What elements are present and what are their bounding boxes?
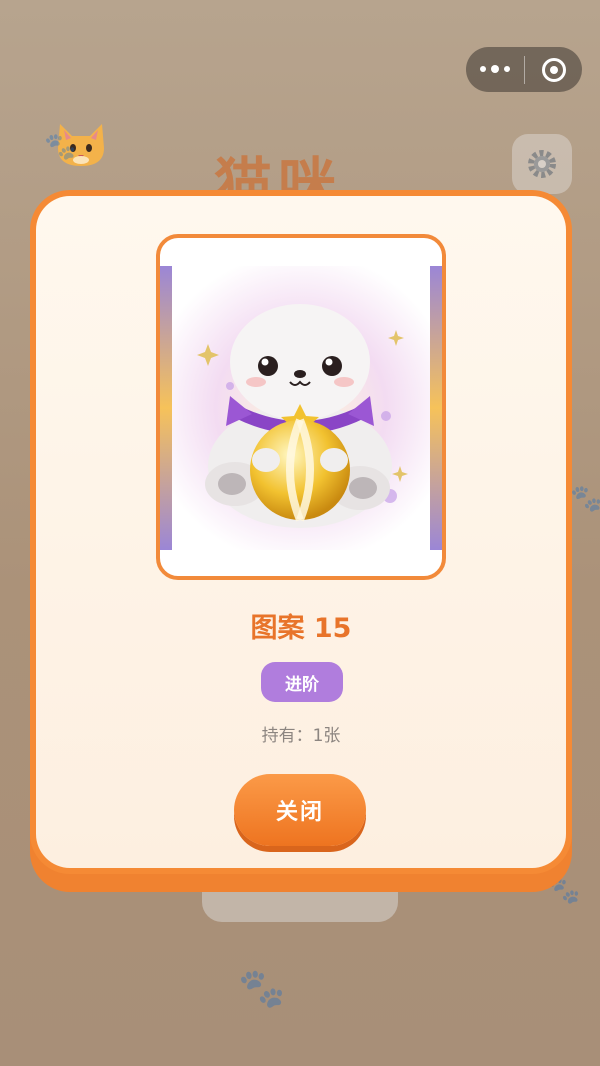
paw-icon: 🐾 [238, 966, 286, 1010]
more-menu-icon[interactable] [466, 65, 524, 73]
modal-body: 图案 15 进阶 持有：1张 关闭 [36, 196, 566, 868]
rarity-badge: 进阶 [261, 662, 343, 702]
miniprogram-capsule [466, 47, 582, 92]
close-miniprogram-icon[interactable] [525, 57, 582, 82]
close-button[interactable]: 关闭 [234, 774, 366, 846]
card-detail-modal: 图案 15 进阶 持有：1张 关闭 [30, 190, 572, 874]
card-image-frame [156, 234, 446, 580]
gear-icon [528, 150, 556, 178]
paw-icon: 🐾 [570, 484, 600, 514]
paw-icon: 🐾 [44, 132, 77, 162]
seal-card-illustration [160, 266, 442, 550]
owned-count: 持有：1张 [261, 726, 341, 746]
card-name: 图案 15 [250, 613, 352, 644]
settings-button[interactable] [512, 134, 572, 194]
